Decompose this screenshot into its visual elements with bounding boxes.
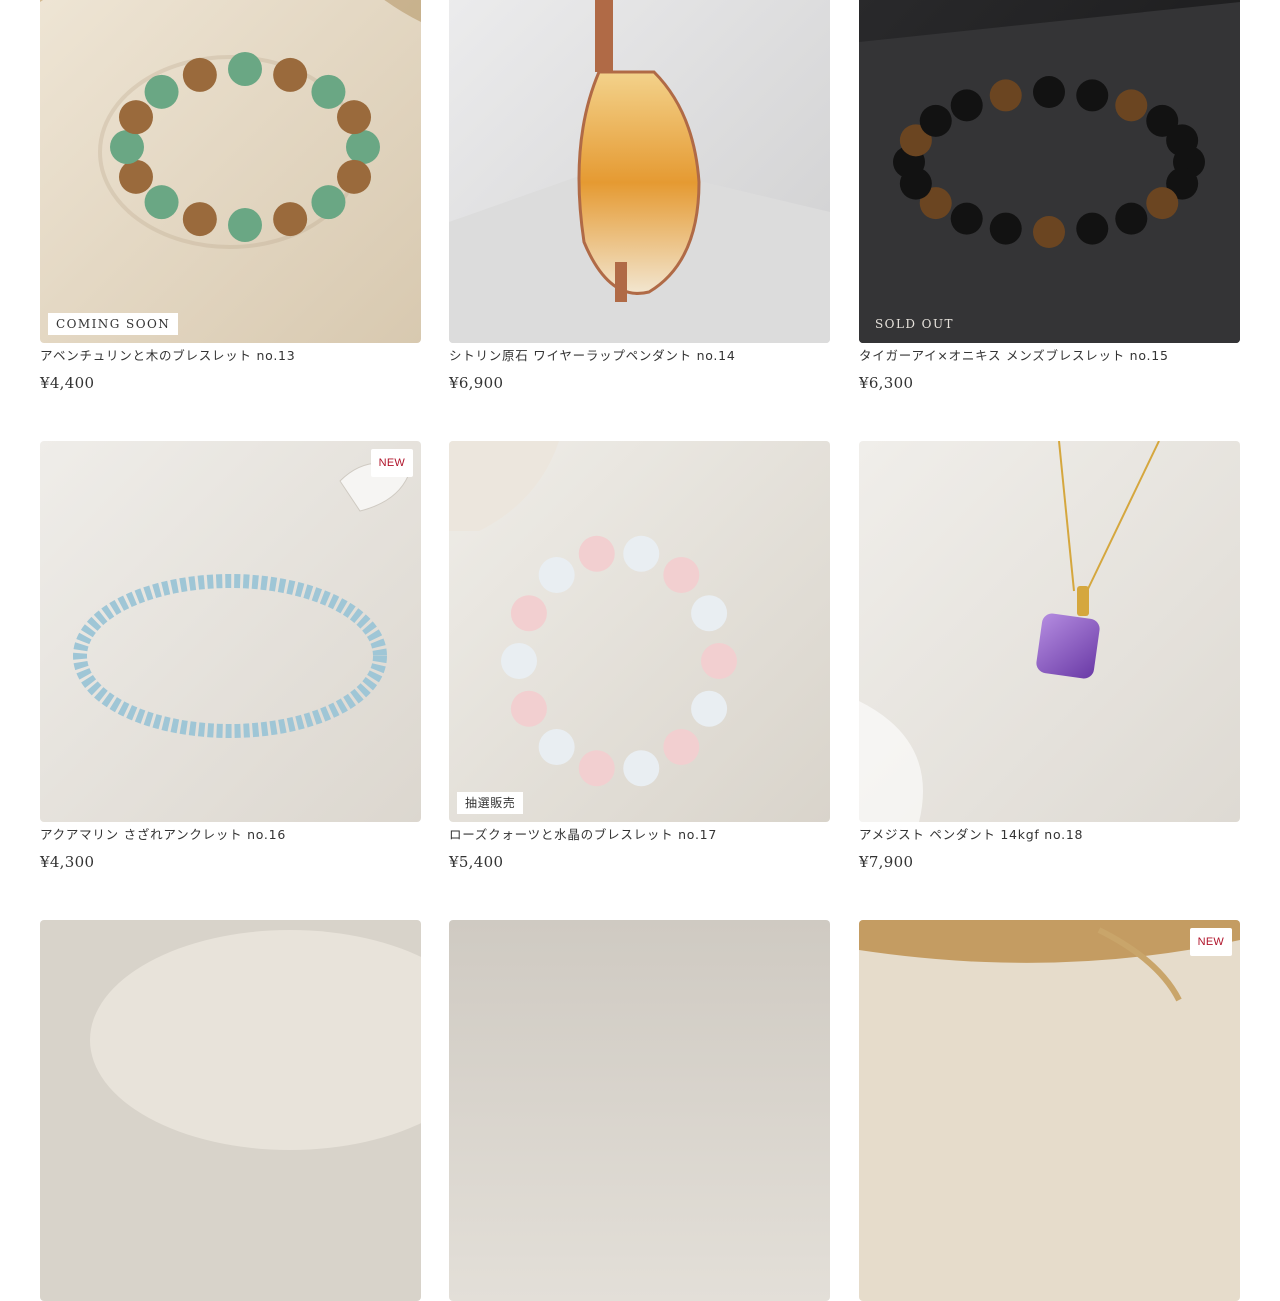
bead [1146, 187, 1179, 220]
product-photo-citrine-pendant [449, 0, 830, 343]
bead [663, 729, 700, 766]
bead [1033, 216, 1065, 248]
bead [1115, 202, 1148, 235]
product-price: ¥5,400 [449, 853, 504, 871]
product-card[interactable] [40, 920, 421, 1301]
product-card[interactable]: COMING SOON アベンチュリンと木のブレスレット no.13 ¥4,40… [40, 0, 421, 392]
product-title[interactable]: シトリン原石 ワイヤーラップペンダント no.14 [449, 348, 830, 364]
bead [1166, 124, 1199, 157]
product-image[interactable] [449, 920, 830, 1301]
bead [623, 535, 660, 572]
bead [623, 750, 660, 787]
bead [144, 185, 179, 220]
bead [510, 595, 547, 632]
bead [919, 104, 952, 137]
product-title[interactable]: アメジスト ペンダント 14kgf no.18 [859, 827, 1240, 843]
bead [989, 79, 1022, 112]
product-image[interactable]: SOLD OUT [859, 0, 1240, 343]
bead [311, 185, 346, 220]
product-price: ¥4,400 [40, 374, 95, 392]
bead [273, 202, 308, 237]
bead [950, 89, 983, 122]
product-card[interactable]: アメジスト ペンダント 14kgf no.18 ¥7,900 [859, 441, 1240, 871]
product-image[interactable]: NEW [859, 920, 1240, 1301]
bead [950, 202, 983, 235]
product-grid: COMING SOON アベンチュリンと木のブレスレット no.13 ¥4,40… [0, 0, 1280, 1301]
product-card[interactable]: SOLD OUT タイガーアイ×オニキス メンズブレスレット no.15 ¥6,… [859, 0, 1240, 392]
bead [701, 643, 737, 679]
product-card[interactable]: 抽選販売 ローズクォーツと水晶のブレスレット no.17 ¥5,400 [449, 441, 830, 871]
product-title[interactable]: タイガーアイ×オニキス メンズブレスレット no.15 [859, 348, 1240, 364]
coming-soon-badge: COMING SOON [48, 313, 179, 335]
bead [989, 212, 1022, 245]
bead [691, 690, 728, 727]
product-image[interactable]: NEW [40, 441, 421, 822]
product-photo [449, 920, 830, 1301]
bead [691, 595, 728, 632]
bead [578, 750, 615, 787]
bead [346, 130, 380, 164]
product-photo [40, 920, 421, 1301]
bead [538, 729, 575, 766]
product-price: ¥4,300 [40, 853, 95, 871]
product-image[interactable] [859, 441, 1240, 822]
bead [118, 159, 153, 194]
product-image[interactable] [40, 920, 421, 1301]
product-price: ¥6,900 [449, 374, 504, 392]
product-photo-tigereye-onyx-bracelet [859, 0, 1240, 343]
new-badge: NEW [370, 449, 413, 477]
product-photo-aventurine-bracelet [40, 0, 421, 343]
bead [1033, 76, 1065, 108]
bead [273, 57, 308, 92]
lottery-sale-badge: 抽選販売 [457, 792, 524, 814]
new-badge: NEW [1189, 928, 1232, 956]
sold-out-badge: SOLD OUT [875, 317, 954, 331]
bead [182, 57, 217, 92]
bead [501, 643, 537, 679]
bead [510, 690, 547, 727]
product-image[interactable] [449, 0, 830, 343]
product-card[interactable]: シトリン原石 ワイヤーラップペンダント no.14 ¥6,900 [449, 0, 830, 392]
product-title[interactable]: アクアマリン さざれアンクレット no.16 [40, 827, 421, 843]
bead [110, 130, 144, 164]
bead [228, 52, 262, 86]
bead [578, 535, 615, 572]
bead [337, 100, 372, 135]
product-price: ¥6,300 [859, 374, 914, 392]
bead [118, 100, 153, 135]
bead [228, 208, 262, 242]
product-card[interactable] [449, 920, 830, 1301]
product-card[interactable]: NEW [859, 920, 1240, 1301]
product-photo-rose-quartz-bracelet [449, 441, 830, 822]
product-title[interactable]: アベンチュリンと木のブレスレット no.13 [40, 348, 421, 364]
bead [1076, 79, 1109, 112]
product-title[interactable]: ローズクォーツと水晶のブレスレット no.17 [449, 827, 830, 843]
product-image[interactable]: 抽選販売 [449, 441, 830, 822]
bead [337, 159, 372, 194]
bead [182, 202, 217, 237]
bead [663, 556, 700, 593]
bead [1115, 89, 1148, 122]
bead [144, 74, 179, 109]
bead [311, 74, 346, 109]
product-photo-amethyst-pendant [859, 441, 1240, 822]
bead [538, 556, 575, 593]
product-photo-aquamarine-anklet [40, 441, 421, 822]
product-image[interactable]: COMING SOON [40, 0, 421, 343]
bead [1076, 212, 1109, 245]
product-price: ¥7,900 [859, 853, 914, 871]
product-photo [859, 920, 1240, 1301]
product-card[interactable]: NEW アクアマリン さざれアンクレット no.16 ¥4,300 [40, 441, 421, 871]
